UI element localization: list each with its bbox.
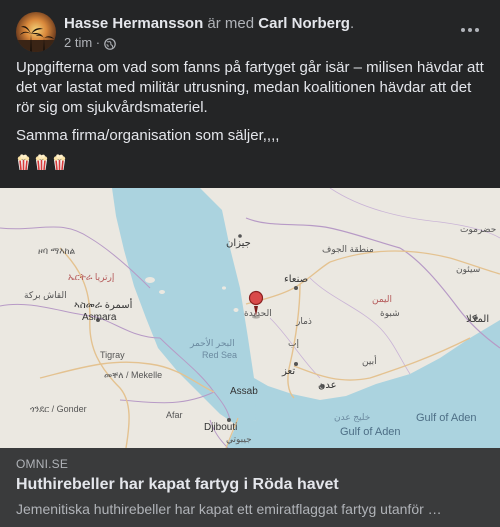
map-label: ذمار — [296, 316, 312, 326]
more-options-button[interactable] — [454, 16, 486, 44]
map-label: اليمن — [372, 294, 393, 304]
map-label: منطقة الجوف — [322, 244, 374, 254]
more-dots-icon — [461, 28, 465, 32]
map-label: Gulf of Aden — [416, 412, 477, 424]
map-label: الحديدة — [244, 308, 272, 318]
map-preview-image[interactable]: حضرموت منطقة الجوف جيزان سيئون صنعاء الي… — [0, 188, 500, 448]
map-label: Asmara — [82, 312, 117, 323]
map-label: أبين — [362, 356, 377, 366]
map-label: ኣስመራ أسمرة — [74, 300, 133, 311]
map-label: القاش بركة — [24, 290, 67, 300]
feed-post: Hasse Hermansson är med Carl Norberg. 2 … — [0, 0, 500, 527]
map-label: البحر الأحمر — [190, 338, 235, 348]
avatar[interactable] — [16, 12, 56, 52]
emoji-row — [16, 154, 484, 171]
link-domain: OMNI.SE — [16, 457, 69, 471]
tagged-name[interactable]: Carl Norberg — [258, 15, 350, 32]
post-text: Uppgifterna om vad som fanns på fartyget… — [16, 58, 484, 171]
popcorn-icon — [52, 154, 67, 171]
post-paragraph-2: Samma firma/organisation som säljer,,,, — [16, 127, 280, 144]
popcorn-icon — [34, 154, 49, 171]
map-label: ጎንደር / Gonder — [30, 404, 87, 414]
map-label: Afar — [166, 410, 183, 420]
post-timestamp[interactable]: 2 tim · — [64, 34, 100, 52]
with-text: är med — [207, 15, 255, 32]
map-label: Assab — [230, 386, 258, 397]
post-meta: 2 tim · — [64, 34, 116, 52]
map-label: تعز — [282, 366, 296, 377]
map-label: ዞባ ማእከል — [38, 246, 76, 256]
author-name[interactable]: Hasse Hermansson — [64, 15, 203, 32]
tagged-suffix: . — [349, 15, 355, 32]
map-label: عدن — [318, 380, 337, 391]
map-label: መቐለ / Mekelle — [104, 370, 163, 380]
map-label: جيزان — [226, 238, 251, 249]
map-label: إب — [288, 338, 299, 348]
map-label: ኤርትራ إرتريا — [68, 272, 115, 282]
map-label: سيئون — [456, 264, 481, 274]
link-preview-footer[interactable]: OMNI.SE Huthirebeller har kapat fartyg i… — [0, 448, 500, 527]
map-label: Tigray — [100, 350, 125, 360]
link-title[interactable]: Huthirebeller har kapat fartyg i Röda ha… — [16, 476, 339, 494]
map-label: خليج عدن — [334, 412, 371, 422]
map-label: Djibouti — [204, 422, 238, 433]
popcorn-icon — [16, 154, 31, 171]
map-label: حضرموت — [460, 224, 497, 234]
link-description: Jemenitiska huthirebeller har kapat ett … — [16, 501, 442, 517]
globe-icon[interactable] — [104, 37, 116, 50]
map-label: شبوة — [380, 308, 400, 318]
post-header: Hasse Hermansson är med Carl Norberg. 2 … — [16, 12, 486, 52]
post-paragraph-1: Uppgifterna om vad som fanns på fartyget… — [16, 59, 484, 116]
map-label: جيبوتي — [226, 434, 252, 444]
map-label: صنعاء — [284, 274, 309, 285]
map-label: المكلا — [466, 314, 490, 325]
post-author-line: Hasse Hermansson är med Carl Norberg. — [64, 14, 354, 34]
map-label: Red Sea — [202, 350, 238, 360]
map-label: Gulf of Aden — [340, 426, 401, 438]
